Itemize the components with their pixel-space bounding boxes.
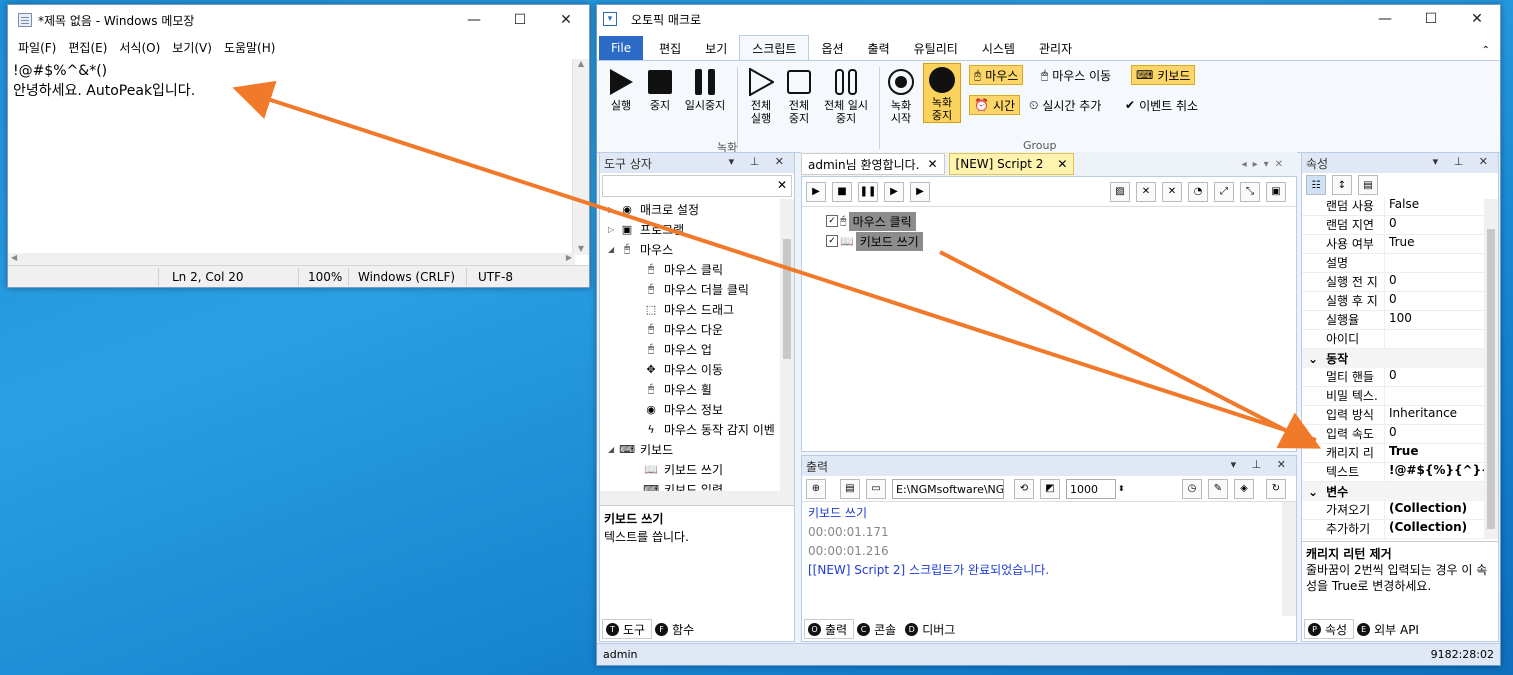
arrow-to-notepad (232, 80, 1317, 442)
arrow-to-property (939, 250, 1322, 449)
annotation-arrows (232, 80, 1322, 449)
